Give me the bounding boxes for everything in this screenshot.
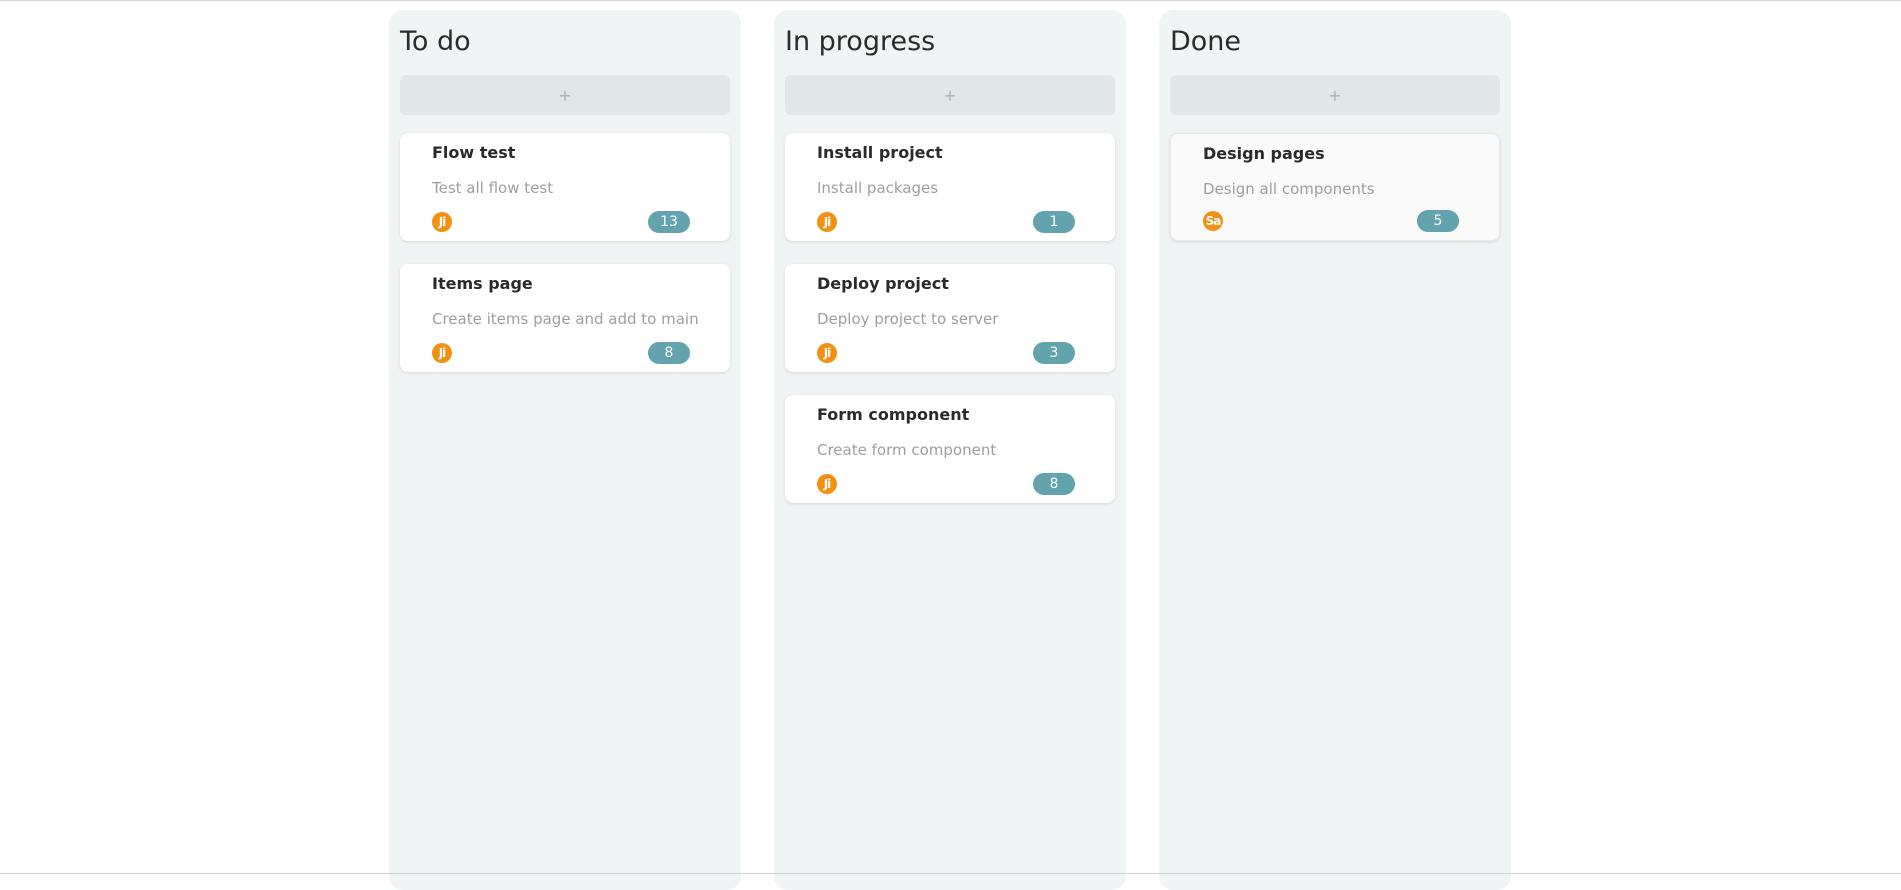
- card-title: Flow test: [432, 143, 516, 162]
- card-title: Deploy project: [817, 274, 949, 293]
- card-description: Design all components: [1203, 180, 1375, 198]
- top-divider: [0, 0, 1901, 1]
- card-title: Items page: [432, 274, 533, 293]
- bottom-divider: [0, 873, 1901, 874]
- card-description: Test all flow test: [432, 179, 554, 197]
- card-description: Deploy project to server: [817, 310, 999, 328]
- card-list: Flow test Test all flow test Ji 13 Items…: [400, 133, 730, 372]
- card-footer: Ji 1: [817, 211, 1075, 233]
- add-card-button[interactable]: +: [400, 75, 730, 115]
- task-card[interactable]: Form component Create form component Ji …: [785, 395, 1115, 503]
- avatar: Ji: [432, 212, 452, 232]
- kanban-board: To do + Flow test Test all flow test Ji …: [389, 10, 1511, 890]
- column-in-progress: In progress + Install project Install pa…: [774, 10, 1126, 890]
- add-card-button[interactable]: +: [1170, 75, 1500, 115]
- story-points-badge: 8: [648, 342, 690, 364]
- story-points-badge: 5: [1417, 210, 1459, 232]
- card-footer: Ji 8: [817, 473, 1075, 495]
- card-description: Create form component: [817, 441, 997, 459]
- story-points-badge: 1: [1033, 211, 1075, 233]
- card-title: Form component: [817, 405, 970, 424]
- story-points-badge: 13: [648, 211, 690, 233]
- task-card[interactable]: Deploy project Deploy project to server …: [785, 264, 1115, 372]
- column-title: Done: [1170, 26, 1242, 57]
- task-card[interactable]: Design pages Design all components Sa 5: [1170, 133, 1500, 241]
- card-list: Install project Install packages Ji 1 De…: [785, 133, 1115, 503]
- task-card[interactable]: Flow test Test all flow test Ji 13: [400, 133, 730, 241]
- avatar: Sa: [1203, 211, 1223, 231]
- add-card-button[interactable]: +: [785, 75, 1115, 115]
- avatar: Ji: [817, 474, 837, 494]
- avatar: Ji: [432, 343, 452, 363]
- card-footer: Ji 8: [432, 342, 690, 364]
- avatar: Ji: [817, 212, 837, 232]
- card-description: Create items page and add to main: [432, 310, 699, 328]
- card-description: Install packages: [817, 179, 939, 197]
- card-footer: Ji 3: [817, 342, 1075, 364]
- task-card[interactable]: Install project Install packages Ji 1: [785, 133, 1115, 241]
- card-footer: Sa 5: [1203, 210, 1459, 232]
- column-todo: To do + Flow test Test all flow test Ji …: [389, 10, 741, 890]
- card-footer: Ji 13: [432, 211, 690, 233]
- column-title: In progress: [785, 26, 936, 57]
- story-points-badge: 3: [1033, 342, 1075, 364]
- column-done: Done + Design pages Design all component…: [1159, 10, 1511, 890]
- avatar: Ji: [817, 343, 837, 363]
- card-list: Design pages Design all components Sa 5: [1170, 133, 1500, 241]
- card-title: Install project: [817, 143, 943, 162]
- column-title: To do: [400, 26, 471, 57]
- task-card[interactable]: Items page Create items page and add to …: [400, 264, 730, 372]
- card-title: Design pages: [1203, 144, 1325, 163]
- story-points-badge: 8: [1033, 473, 1075, 495]
